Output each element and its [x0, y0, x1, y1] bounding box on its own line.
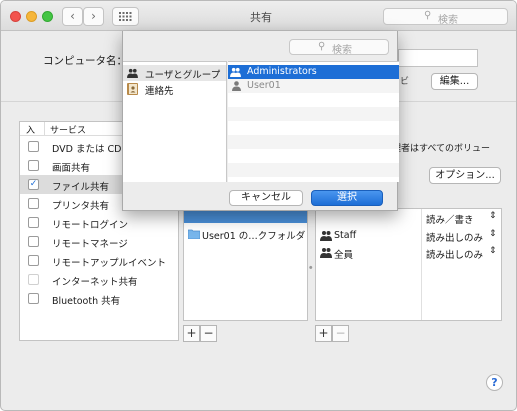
- source-label: ユーザとグループ: [145, 70, 221, 81]
- show-all-button[interactable]: [112, 7, 139, 26]
- grid-icon: [119, 12, 132, 21]
- header-service: サービス: [50, 126, 87, 136]
- close-button[interactable]: [10, 11, 21, 22]
- options-button[interactable]: オプション...: [429, 167, 501, 184]
- folder-plus-minus: + −: [183, 325, 217, 342]
- service-checkbox[interactable]: [28, 141, 39, 152]
- service-label: リモートログイン: [52, 220, 129, 231]
- add-folder-button[interactable]: +: [183, 325, 200, 342]
- chevron-right-icon: ›: [91, 9, 96, 23]
- window-search-placeholder: 検索: [438, 15, 458, 26]
- partial-text: ビ: [400, 77, 410, 87]
- shared-folder-row-selected[interactable]: [184, 209, 307, 223]
- user-name: Staff: [334, 230, 357, 241]
- users-list[interactable]: 読み／書き ⇕ Staff 読み出しのみ ⇕ 全員 読み出しのみ ⇕: [315, 208, 502, 321]
- permission-label: 読み／書き: [426, 215, 474, 226]
- sharing-window: ‹ › 共有 ⚲ 検索 コンピュータ名： ビ 編集... 入 サービス DVD …: [0, 0, 517, 411]
- zoom-button[interactable]: [42, 11, 53, 22]
- user-row[interactable]: 読み／書き ⇕: [316, 209, 501, 227]
- source-item-contacts[interactable]: 連絡先: [123, 81, 226, 97]
- service-label: リモートアップルイベント: [52, 258, 167, 269]
- back-button[interactable]: ‹: [62, 7, 83, 26]
- service-checkbox-checked[interactable]: ✓: [28, 179, 39, 190]
- info-line-1: 管理者はすべてのボリュー: [383, 144, 491, 154]
- remove-user-button[interactable]: −: [332, 325, 349, 342]
- service-checkbox[interactable]: [28, 160, 39, 171]
- service-checkbox[interactable]: [28, 217, 39, 228]
- window-search-field[interactable]: ⚲ 検索: [383, 8, 508, 26]
- shared-folder-label: User01 の…クフォルダ: [202, 231, 306, 242]
- minimize-button[interactable]: [26, 11, 37, 22]
- window-title: 共有: [250, 11, 272, 24]
- forward-button[interactable]: ›: [83, 7, 104, 26]
- help-button[interactable]: ?: [486, 374, 503, 391]
- group-icon: [230, 67, 241, 77]
- updown-icon[interactable]: ⇕: [489, 246, 497, 256]
- shared-folder-row[interactable]: User01 の…クフォルダ: [184, 225, 307, 243]
- chevron-left-icon: ‹: [70, 9, 75, 23]
- user-name: 全員: [334, 250, 354, 261]
- cancel-button[interactable]: キャンセル: [229, 190, 303, 206]
- user-icon: [232, 81, 241, 91]
- service-checkbox[interactable]: [28, 236, 39, 247]
- service-checkbox-disabled: [28, 274, 39, 285]
- split-handle[interactable]: ⦁: [309, 263, 313, 272]
- account-row[interactable]: User01: [228, 79, 399, 93]
- title-bar: ‹ › 共有 ⚲ 検索: [1, 1, 516, 31]
- permission-label: 読み出しのみ: [426, 250, 484, 261]
- updown-icon[interactable]: ⇕: [489, 211, 497, 221]
- service-label: プリンタ共有: [52, 201, 110, 212]
- service-label: リモートマネージ: [52, 239, 128, 250]
- service-row[interactable]: リモートアップルイベント: [20, 251, 178, 270]
- select-button[interactable]: 選択: [311, 190, 383, 206]
- service-label: 画面共有: [52, 163, 91, 174]
- service-label: ファイル共有: [52, 182, 110, 193]
- service-label: Bluetooth 共有: [52, 296, 121, 307]
- computer-name-label: コンピュータ名：: [43, 55, 127, 67]
- service-label: DVD または CD: [52, 144, 122, 155]
- service-row[interactable]: Bluetooth 共有: [20, 289, 178, 308]
- search-icon: ⚲: [318, 41, 326, 52]
- group-icon: [320, 248, 332, 258]
- users-group-icon: [127, 68, 138, 78]
- shared-folders-list[interactable]: User01 の…クフォルダ: [183, 208, 308, 321]
- header-on: 入: [26, 126, 36, 136]
- service-checkbox[interactable]: [28, 198, 39, 209]
- sheet-search-placeholder: 検索: [332, 45, 352, 56]
- service-row[interactable]: インターネット共有: [20, 270, 178, 289]
- user-plus-minus: + −: [315, 325, 349, 342]
- service-label: インターネット共有: [52, 277, 138, 288]
- add-user-button[interactable]: +: [315, 325, 332, 342]
- account-list[interactable]: Administrators User01: [228, 61, 399, 182]
- service-row[interactable]: リモートマネージ: [20, 232, 178, 251]
- user-row[interactable]: Staff 読み出しのみ ⇕: [316, 227, 501, 244]
- computer-name-field[interactable]: [398, 49, 478, 67]
- source-list: ユーザとグループ 連絡先: [123, 61, 227, 182]
- service-checkbox[interactable]: [28, 293, 39, 304]
- service-row[interactable]: リモートログイン: [20, 213, 178, 232]
- edit-button[interactable]: 編集...: [431, 73, 478, 90]
- account-label: Administrators: [247, 66, 317, 77]
- group-icon: [320, 231, 332, 241]
- account-row-selected[interactable]: Administrators: [228, 65, 399, 79]
- user-row[interactable]: 全員 読み出しのみ ⇕: [316, 244, 501, 261]
- folder-icon: [188, 229, 200, 239]
- source-label: 連絡先: [145, 86, 174, 97]
- remove-folder-button[interactable]: −: [200, 325, 217, 342]
- account-label: User01: [247, 80, 281, 91]
- search-icon: ⚲: [424, 10, 432, 21]
- service-checkbox[interactable]: [28, 255, 39, 266]
- source-item-users-groups[interactable]: ユーザとグループ: [123, 65, 226, 81]
- sheet-search-field[interactable]: ⚲ 検索: [289, 39, 389, 56]
- updown-icon[interactable]: ⇕: [489, 229, 497, 239]
- permission-label: 読み出しのみ: [426, 233, 484, 244]
- contacts-book-icon: [127, 83, 138, 95]
- user-picker-sheet: ⚲ 検索 ユーザとグループ 連絡先 Administrators User01 …: [122, 31, 399, 211]
